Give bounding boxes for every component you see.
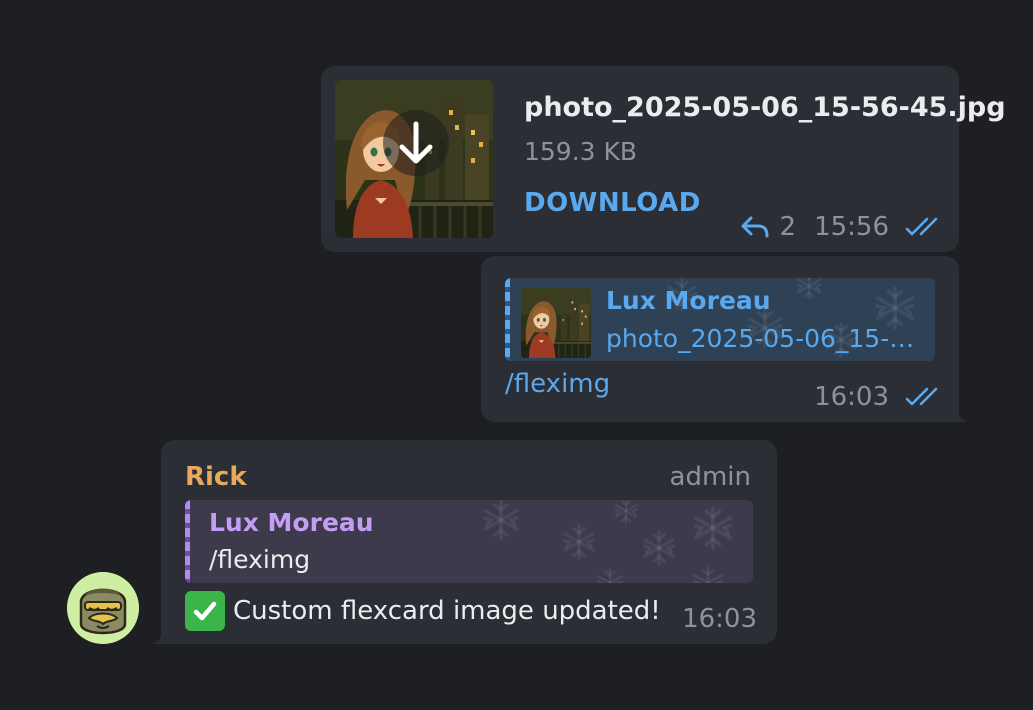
message-time: 16:03 bbox=[682, 604, 757, 634]
quote-bar bbox=[185, 500, 190, 583]
sender-name[interactable]: Rick bbox=[185, 462, 247, 492]
command-message: Lux Moreau photo_2025-05-06_15-56-45.jpg… bbox=[481, 256, 970, 422]
snowflake-icon bbox=[481, 500, 521, 540]
quote-thumbnail bbox=[521, 288, 591, 358]
reply-count: 2 bbox=[779, 212, 797, 242]
double-check-icon bbox=[905, 217, 938, 236]
quote-author: Lux Moreau bbox=[606, 286, 771, 315]
quote-text: photo_2025-05-06_15-56-45.jpg bbox=[606, 324, 926, 353]
message-time: 15:56 bbox=[814, 212, 889, 242]
download-button[interactable] bbox=[383, 110, 449, 176]
message-meta: 2 15:56 bbox=[740, 212, 945, 242]
snowflake-icon bbox=[691, 566, 725, 583]
snowflake-icon bbox=[641, 530, 677, 566]
quote-bar bbox=[505, 278, 510, 361]
avatar[interactable] bbox=[67, 572, 139, 644]
bot-message: Rick admin Lux Moreau /fleximg Custom fl… bbox=[150, 440, 777, 644]
reply-arrow-icon bbox=[741, 216, 769, 238]
command-link[interactable]: /fleximg bbox=[505, 369, 610, 399]
snowflake-icon bbox=[561, 524, 597, 560]
double-check-icon bbox=[905, 387, 938, 406]
photo-thumbnail[interactable] bbox=[335, 80, 493, 238]
replies-counter[interactable]: 2 bbox=[740, 212, 797, 242]
quote-author: Lux Moreau bbox=[209, 508, 374, 537]
reply-quote[interactable]: Lux Moreau photo_2025-05-06_15-56-45.jpg bbox=[505, 278, 935, 361]
check-mark-button-icon bbox=[185, 591, 225, 631]
quote-text: /fleximg bbox=[209, 545, 311, 574]
file-size: 159.3 KB bbox=[524, 137, 638, 166]
snowflake-icon bbox=[613, 500, 639, 524]
snowflake-icon bbox=[795, 278, 823, 300]
reply-quote[interactable]: Lux Moreau /fleximg bbox=[185, 500, 753, 583]
message-text: Custom flexcard image updated! bbox=[185, 591, 661, 631]
user-avatar-icon bbox=[67, 572, 139, 644]
message-body: Custom flexcard image updated! bbox=[233, 596, 661, 626]
file-message: photo_2025-05-06_15-56-45.jpg 159.3 KB D… bbox=[321, 66, 1006, 252]
arrow-down-icon bbox=[399, 121, 433, 164]
message-time: 16:03 bbox=[814, 382, 889, 412]
admin-badge: admin bbox=[669, 462, 751, 492]
snowflake-icon bbox=[595, 568, 625, 583]
download-link[interactable]: DOWNLOAD bbox=[524, 188, 701, 218]
snowflake-icon bbox=[691, 506, 735, 550]
file-name: photo_2025-05-06_15-56-45.jpg bbox=[524, 92, 1006, 123]
message-meta: 16:03 bbox=[814, 382, 945, 412]
